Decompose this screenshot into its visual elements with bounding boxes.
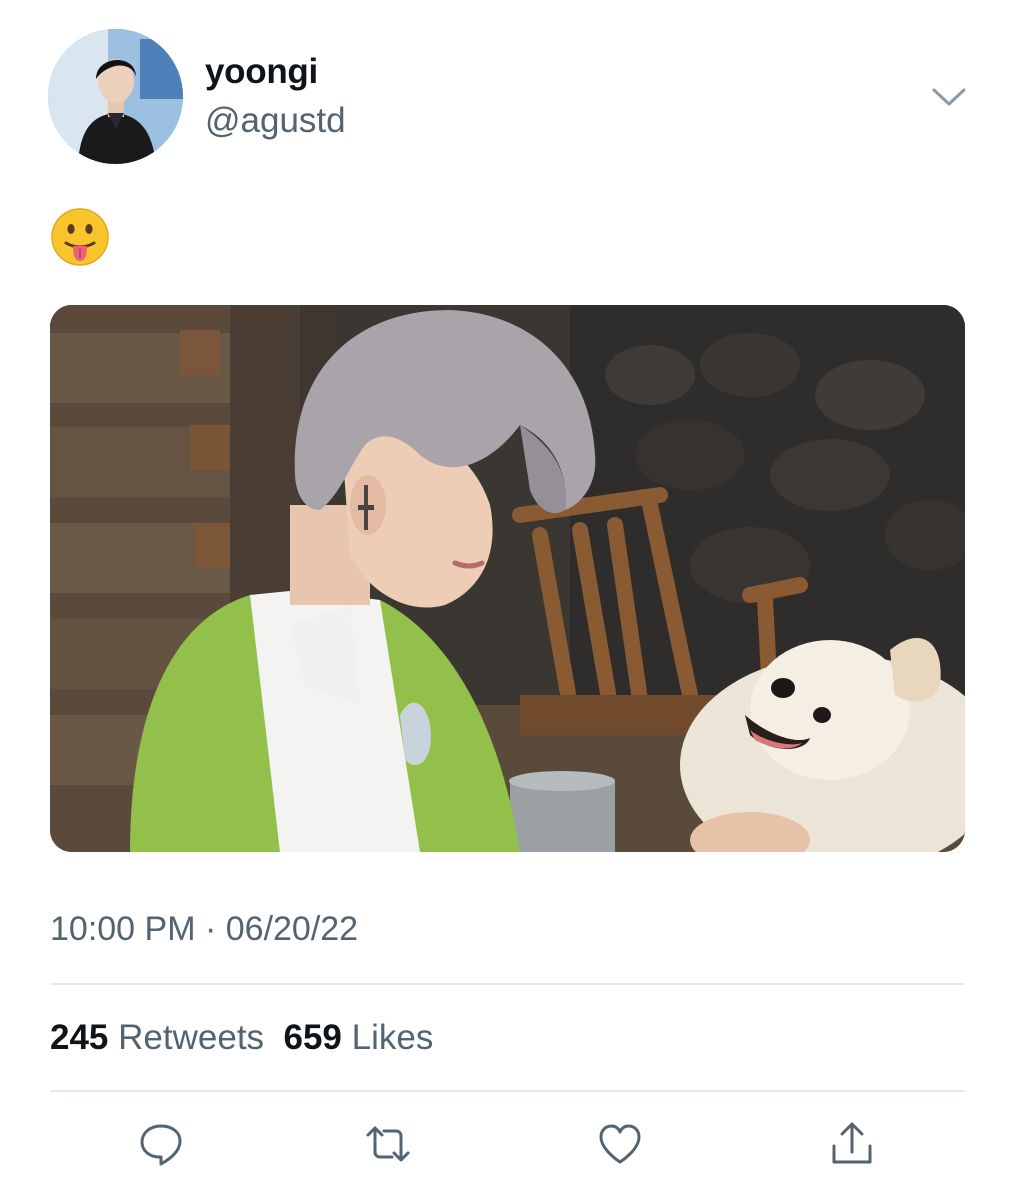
tweet-timestamp[interactable]: 10:00 PM · 06/20/22 — [50, 910, 358, 949]
avatar-image — [48, 29, 183, 164]
heart-icon[interactable] — [596, 1120, 644, 1168]
divider — [50, 1090, 965, 1092]
tongue-out-emoji-icon — [51, 208, 109, 266]
likes-label: Likes — [351, 1018, 434, 1057]
tweet-stats: 245 Retweets 659 Likes — [50, 1018, 433, 1058]
divider — [50, 983, 965, 985]
retweets-stat[interactable]: 245 Retweets — [50, 1018, 264, 1057]
retweet-icon[interactable] — [364, 1120, 412, 1168]
chevron-down-icon[interactable] — [928, 82, 970, 110]
retweets-count: 245 — [50, 1018, 109, 1057]
author-display-name[interactable]: yoongi — [205, 52, 318, 92]
retweets-label: Retweets — [118, 1018, 265, 1057]
likes-count: 659 — [283, 1018, 342, 1057]
likes-stat[interactable]: 659 Likes — [284, 1018, 434, 1057]
tweet-photo[interactable] — [50, 305, 965, 852]
avatar[interactable] — [48, 29, 183, 164]
tweet-text — [50, 207, 110, 267]
share-icon[interactable] — [828, 1120, 876, 1168]
author-handle[interactable]: @agustd — [205, 101, 346, 141]
reply-icon[interactable] — [137, 1120, 185, 1168]
photo-illustration — [50, 305, 965, 852]
